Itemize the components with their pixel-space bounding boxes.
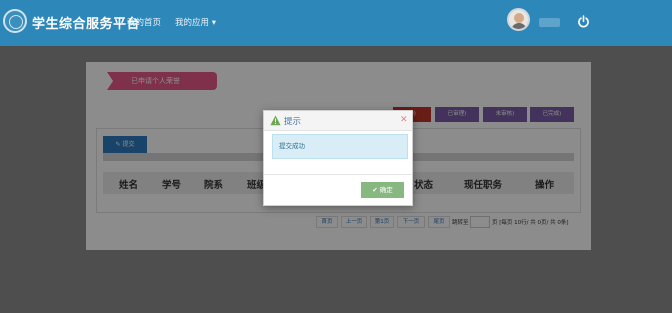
power-icon[interactable] xyxy=(577,15,590,28)
dialog-title: 提示 xyxy=(284,117,302,127)
warning-icon xyxy=(270,115,281,126)
dialog-divider xyxy=(264,174,412,175)
confirm-button[interactable]: ✔ 确定 xyxy=(361,182,404,198)
alert-dialog: 提示 ✕ 提交成功 ✔ 确定 xyxy=(263,110,413,206)
top-header: 学生综合服务平台 我的首页 我的应用 ▾ xyxy=(0,0,672,46)
app-title: 学生综合服务平台 xyxy=(32,17,141,32)
nav-home[interactable]: 我的首页 xyxy=(127,16,161,28)
avatar[interactable] xyxy=(507,8,530,31)
dialog-header: 提示 ✕ xyxy=(264,111,412,131)
username[interactable] xyxy=(539,18,560,27)
nav-my-apps[interactable]: 我的应用 ▾ xyxy=(175,16,216,28)
logo-icon xyxy=(3,9,27,33)
close-icon[interactable]: ✕ xyxy=(400,115,408,125)
dialog-message: 提交成功 xyxy=(272,134,408,159)
